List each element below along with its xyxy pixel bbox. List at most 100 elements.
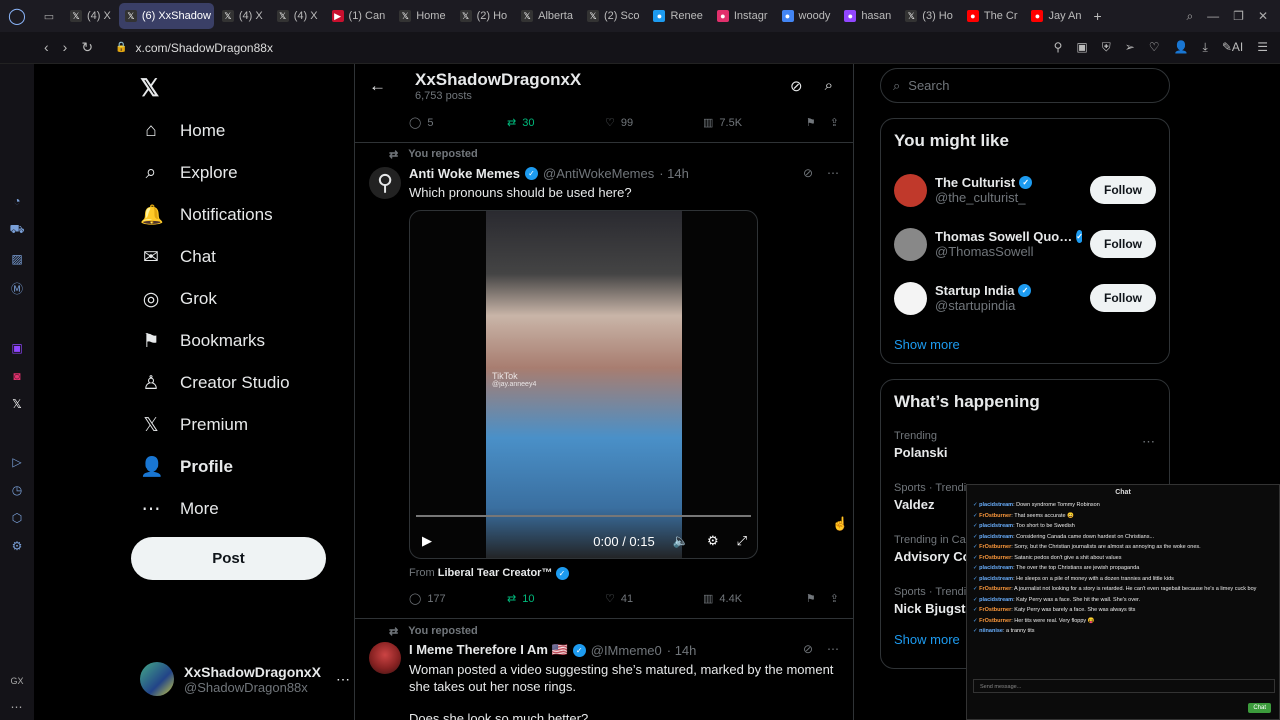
author-name[interactable]: Anti Woke Memes bbox=[409, 166, 520, 181]
browser-tab[interactable]: 𝕏 (2) Ho bbox=[454, 3, 514, 29]
download-icon[interactable]: ⤓ bbox=[1203, 40, 1208, 55]
twitch-icon[interactable]: ▣ bbox=[11, 341, 22, 355]
opera-gx-logo-icon[interactable]: ◯ bbox=[0, 6, 34, 26]
account-icon[interactable]: 👤 bbox=[1174, 40, 1189, 55]
follow-button[interactable]: Follow bbox=[1090, 230, 1156, 258]
video-progress-bar[interactable] bbox=[416, 515, 751, 517]
nav-item-bookmarks[interactable]: ⚑ Bookmarks bbox=[130, 320, 350, 362]
new-tab-button[interactable]: + bbox=[1094, 8, 1102, 24]
player-icon[interactable]: ▷ bbox=[12, 455, 21, 469]
tweet-time[interactable]: · 14h bbox=[659, 166, 689, 181]
gx-mods-icon[interactable]: ▨ bbox=[11, 252, 22, 266]
repost-indicator[interactable]: ⇄ You reposted bbox=[389, 625, 478, 638]
browser-tab[interactable]: ● Instagr bbox=[711, 3, 774, 29]
author-handle[interactable]: @AntiWokeMemes bbox=[543, 166, 654, 181]
more-icon[interactable]: ⋯ bbox=[336, 671, 350, 688]
x-logo-icon[interactable]: 𝕏 bbox=[130, 64, 350, 110]
browser-tab[interactable]: ▶ (1) Can bbox=[326, 3, 392, 29]
avatar[interactable] bbox=[894, 227, 927, 261]
reply-button[interactable]: ◯ 177 bbox=[409, 592, 507, 606]
repost-indicator[interactable]: ⇄ You reposted bbox=[389, 148, 478, 161]
share-icon[interactable]: ⇪ bbox=[830, 592, 839, 605]
menu-icon[interactable]: ☰ bbox=[1257, 40, 1268, 55]
nav-item-profile[interactable]: 👤 Profile bbox=[130, 446, 350, 488]
account-switcher[interactable]: XxShadowDragonxX @ShadowDragon88x ⋯ bbox=[140, 662, 350, 696]
more-icon[interactable]: ⋯ bbox=[827, 166, 839, 180]
more-icon[interactable]: ⋯ bbox=[1142, 434, 1155, 450]
suggested-user[interactable]: Thomas Sowell Quo… ✓ @ThomasSowell Follow bbox=[881, 217, 1169, 271]
nav-item-home[interactable]: ⌂ Home bbox=[130, 110, 350, 152]
settings-icon[interactable]: ⚙ bbox=[707, 533, 719, 549]
grok-icon[interactable]: ⊘ bbox=[790, 77, 803, 95]
views-button[interactable]: ▥ 4.4K bbox=[703, 592, 742, 606]
extensions-icon[interactable]: ⬡ bbox=[12, 511, 22, 525]
avatar[interactable] bbox=[369, 642, 401, 674]
follow-button[interactable]: Follow bbox=[1090, 284, 1156, 312]
repost-button[interactable]: ⇄ 10 bbox=[507, 592, 605, 606]
back-icon[interactable]: ‹ bbox=[44, 39, 49, 56]
bookmark-icon[interactable]: ⚑ bbox=[806, 592, 816, 605]
chat-send-button[interactable]: Chat bbox=[1248, 703, 1271, 713]
avatar[interactable] bbox=[894, 281, 927, 315]
chat-input[interactable]: Send message... bbox=[973, 679, 1275, 693]
views-button[interactable]: ▥ 7.5K bbox=[703, 116, 742, 130]
shield-icon[interactable]: ⛨ bbox=[1102, 40, 1111, 55]
flow-icon[interactable]: ➢ bbox=[1125, 40, 1135, 55]
like-button[interactable]: ♡ 41 bbox=[605, 592, 703, 606]
show-more-link[interactable]: Show more bbox=[881, 325, 1169, 364]
play-icon[interactable]: ▶ bbox=[422, 533, 432, 549]
browser-tab[interactable]: ● Renee bbox=[647, 3, 708, 29]
tweet-time[interactable]: · 14h bbox=[667, 643, 697, 658]
nav-item-creator-studio[interactable]: ♙ Creator Studio bbox=[130, 362, 350, 404]
share-icon[interactable]: ⇪ bbox=[830, 116, 839, 129]
avatar[interactable] bbox=[894, 173, 927, 207]
more-icon[interactable]: ⋯ bbox=[827, 642, 839, 656]
maximize-icon[interactable]: ❐ bbox=[1233, 9, 1244, 24]
fullscreen-icon[interactable]: ⤢ bbox=[737, 533, 747, 549]
nav-item-chat[interactable]: ✉ Chat bbox=[130, 236, 350, 278]
gx-corner-icon[interactable]: ⛟ bbox=[9, 222, 24, 238]
browser-tab[interactable]: ● woody bbox=[776, 3, 837, 29]
trend-item[interactable]: Trending Polanski ⋯ bbox=[881, 424, 1169, 476]
search-input[interactable]: ⌕ Search bbox=[880, 68, 1170, 103]
nav-item-grok[interactable]: ◎ Grok bbox=[130, 278, 350, 320]
author-handle[interactable]: @IMmeme0 bbox=[591, 643, 662, 658]
nav-item-explore[interactable]: ⌕ Explore bbox=[130, 152, 350, 194]
aria-icon[interactable]: ◔ bbox=[13, 194, 20, 208]
nav-item-premium[interactable]: 𝕏 Premium bbox=[130, 404, 350, 446]
browser-tab[interactable]: 𝕏 (2) Sco bbox=[581, 3, 645, 29]
instagram-icon[interactable]: ◙ bbox=[13, 369, 20, 383]
bookmark-icon[interactable]: ⚑ bbox=[806, 116, 816, 129]
more-icon[interactable]: ⋯ bbox=[10, 700, 23, 714]
ai-button[interactable]: ✎AI bbox=[1222, 40, 1243, 55]
close-window-icon[interactable]: ✕ bbox=[1258, 9, 1268, 24]
browser-tab[interactable]: ● The Cr bbox=[961, 3, 1024, 29]
search-icon[interactable]: ⌕ bbox=[825, 77, 833, 95]
settings-icon[interactable]: ⚙ bbox=[12, 539, 23, 553]
browser-tab[interactable]: 𝕏 (3) Ho bbox=[899, 3, 959, 29]
tab-list-icon[interactable]: ▭ bbox=[34, 10, 64, 23]
snapshot-icon[interactable]: ▣ bbox=[1076, 40, 1087, 55]
browser-tab[interactable]: 𝕏 (6) XxShadow bbox=[118, 3, 214, 29]
browser-tab[interactable]: 𝕏 Alberta bbox=[515, 3, 579, 29]
avatar[interactable]: ⚲ bbox=[369, 167, 401, 199]
suggested-user[interactable]: The Culturist ✓ @the_culturist_ Follow bbox=[881, 163, 1169, 217]
like-button[interactable]: ♡ 99 bbox=[605, 116, 703, 130]
minimize-icon[interactable]: — bbox=[1207, 9, 1219, 24]
browser-tab[interactable]: ● Jay An bbox=[1025, 3, 1087, 29]
reply-button[interactable]: ◯ 5 bbox=[409, 116, 507, 130]
pin-icon[interactable]: ⚲ bbox=[1054, 40, 1063, 55]
search-tabs-icon[interactable]: ⌕ bbox=[1186, 9, 1193, 24]
grok-icon[interactable]: ⊘ bbox=[803, 166, 813, 180]
gx-m-icon[interactable]: Ⓜ bbox=[11, 280, 23, 297]
follow-button[interactable]: Follow bbox=[1090, 176, 1156, 204]
post-button[interactable]: Post bbox=[131, 537, 326, 580]
nav-item-notifications[interactable]: 🔔 Notifications bbox=[130, 194, 350, 236]
suggested-user[interactable]: Startup India ✓ @startupindia Follow bbox=[881, 271, 1169, 325]
back-arrow-icon[interactable]: ← bbox=[355, 76, 399, 96]
from-name[interactable]: Liberal Tear Creator™ bbox=[438, 567, 553, 579]
volume-icon[interactable]: 🔈 bbox=[673, 533, 689, 549]
gx-label[interactable]: GX bbox=[10, 676, 23, 686]
browser-tab[interactable]: 𝕏 (4) X bbox=[271, 3, 324, 29]
x-icon[interactable]: 𝕏 bbox=[12, 397, 22, 411]
